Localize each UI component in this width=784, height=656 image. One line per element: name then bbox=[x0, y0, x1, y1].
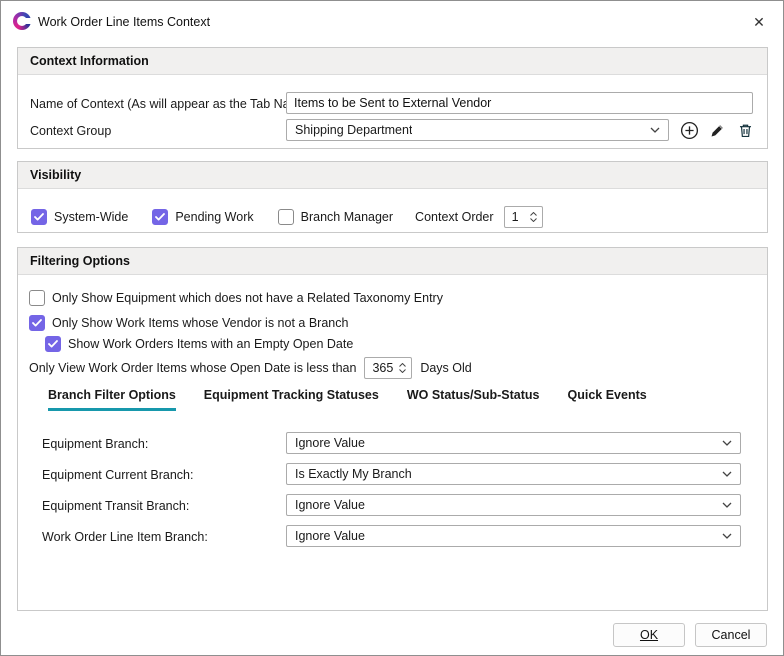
work-order-line-item-branch-value: Ignore Value bbox=[295, 529, 365, 543]
context-group-dropdown[interactable]: Shipping Department bbox=[286, 119, 669, 141]
tab-quick-events[interactable]: Quick Events bbox=[568, 388, 647, 411]
checkbox-label: Only Show Work Items whose Vendor is not… bbox=[52, 316, 348, 330]
checkbox-label: Only Show Equipment which does not have … bbox=[52, 291, 443, 305]
checkbox-box[interactable] bbox=[45, 336, 61, 352]
cancel-button-label: Cancel bbox=[712, 628, 751, 642]
checkbox-branch-manager[interactable]: Branch Manager bbox=[278, 209, 393, 225]
checkbox-label: Pending Work bbox=[175, 210, 253, 224]
checkbox-system-wide[interactable]: System-Wide bbox=[31, 209, 128, 225]
equipment-branch-value: Ignore Value bbox=[295, 436, 365, 450]
visibility-header: Visibility bbox=[18, 162, 767, 189]
days-old-suffix-label: Days Old bbox=[420, 361, 471, 375]
delete-group-icon[interactable] bbox=[735, 120, 755, 140]
checkbox-pending-work[interactable]: Pending Work bbox=[152, 209, 253, 225]
tab-equipment-tracking-statuses[interactable]: Equipment Tracking Statuses bbox=[204, 388, 379, 411]
window-title: Work Order Line Items Context bbox=[38, 15, 210, 29]
equipment-transit-branch-value: Ignore Value bbox=[295, 498, 365, 512]
chevron-down-icon bbox=[722, 533, 732, 539]
chevron-down-icon bbox=[722, 471, 732, 477]
checkbox-label: System-Wide bbox=[54, 210, 128, 224]
checkbox-no-related-taxonomy[interactable]: Only Show Equipment which does not have … bbox=[29, 290, 443, 306]
equipment-branch-dropdown[interactable]: Ignore Value bbox=[286, 432, 741, 454]
equipment-current-branch-value: Is Exactly My Branch bbox=[295, 467, 412, 481]
checkbox-box[interactable] bbox=[152, 209, 168, 225]
equipment-branch-label: Equipment Branch: bbox=[42, 437, 148, 451]
close-icon[interactable]: ✕ bbox=[748, 11, 770, 33]
tab-wo-status-sub-status[interactable]: WO Status/Sub-Status bbox=[407, 388, 540, 411]
work-order-context-dialog: Work Order Line Items Context ✕ Context … bbox=[0, 0, 784, 656]
checkbox-empty-open-date[interactable]: Show Work Orders Items with an Empty Ope… bbox=[45, 336, 353, 352]
open-date-filter-row: Only View Work Order Items whose Open Da… bbox=[29, 357, 472, 379]
stepper-arrows[interactable] bbox=[524, 212, 542, 222]
filtering-options-header: Filtering Options bbox=[18, 248, 767, 275]
chevron-down-icon bbox=[650, 127, 660, 133]
days-old-value: 365 bbox=[372, 361, 393, 375]
tab-branch-filter-options[interactable]: Branch Filter Options bbox=[48, 388, 176, 411]
visibility-group: Visibility System-Wide Pending Work bbox=[17, 161, 768, 233]
context-group-value: Shipping Department bbox=[295, 123, 412, 137]
stepper-arrows[interactable] bbox=[393, 363, 411, 373]
checkbox-box[interactable] bbox=[31, 209, 47, 225]
equipment-current-branch-dropdown[interactable]: Is Exactly My Branch bbox=[286, 463, 741, 485]
checkbox-vendor-not-branch[interactable]: Only Show Work Items whose Vendor is not… bbox=[29, 315, 348, 331]
filtering-options-group: Filtering Options Only Show Equipment wh… bbox=[17, 247, 768, 611]
context-name-input[interactable] bbox=[286, 92, 753, 114]
work-order-line-item-branch-dropdown[interactable]: Ignore Value bbox=[286, 525, 741, 547]
title-bar: Work Order Line Items Context ✕ bbox=[1, 1, 783, 41]
filter-tabs: Branch Filter Options Equipment Tracking… bbox=[48, 388, 647, 411]
cancel-button[interactable]: Cancel bbox=[695, 623, 767, 647]
equipment-transit-branch-label: Equipment Transit Branch: bbox=[42, 499, 189, 513]
checkbox-box[interactable] bbox=[278, 209, 294, 225]
app-logo-icon bbox=[13, 12, 31, 30]
equipment-transit-branch-dropdown[interactable]: Ignore Value bbox=[286, 494, 741, 516]
checkbox-box[interactable] bbox=[29, 315, 45, 331]
context-information-group: Context Information Name of Context (As … bbox=[17, 47, 768, 149]
equipment-current-branch-label: Equipment Current Branch: bbox=[42, 468, 193, 482]
context-order-stepper[interactable]: 1 bbox=[504, 206, 543, 228]
checkbox-label: Branch Manager bbox=[301, 210, 393, 224]
ok-button[interactable]: OK bbox=[613, 623, 685, 647]
open-date-prefix-label: Only View Work Order Items whose Open Da… bbox=[29, 361, 356, 375]
checkbox-box[interactable] bbox=[29, 290, 45, 306]
work-order-line-item-branch-label: Work Order Line Item Branch: bbox=[42, 530, 208, 544]
chevron-down-icon bbox=[722, 440, 732, 446]
visibility-options-row: System-Wide Pending Work Branch Manager … bbox=[31, 206, 543, 228]
ok-button-label: OK bbox=[640, 628, 658, 642]
days-old-stepper[interactable]: 365 bbox=[364, 357, 412, 379]
context-group-label: Context Group bbox=[30, 124, 111, 138]
context-information-header: Context Information bbox=[18, 48, 767, 75]
context-order-label: Context Order bbox=[415, 210, 494, 224]
context-order-value: 1 bbox=[512, 210, 524, 224]
name-of-context-label: Name of Context (As will appear as the T… bbox=[30, 97, 311, 111]
add-group-icon[interactable] bbox=[679, 120, 699, 140]
edit-group-icon[interactable] bbox=[707, 120, 727, 140]
chevron-down-icon bbox=[722, 502, 732, 508]
checkbox-label: Show Work Orders Items with an Empty Ope… bbox=[68, 337, 353, 351]
